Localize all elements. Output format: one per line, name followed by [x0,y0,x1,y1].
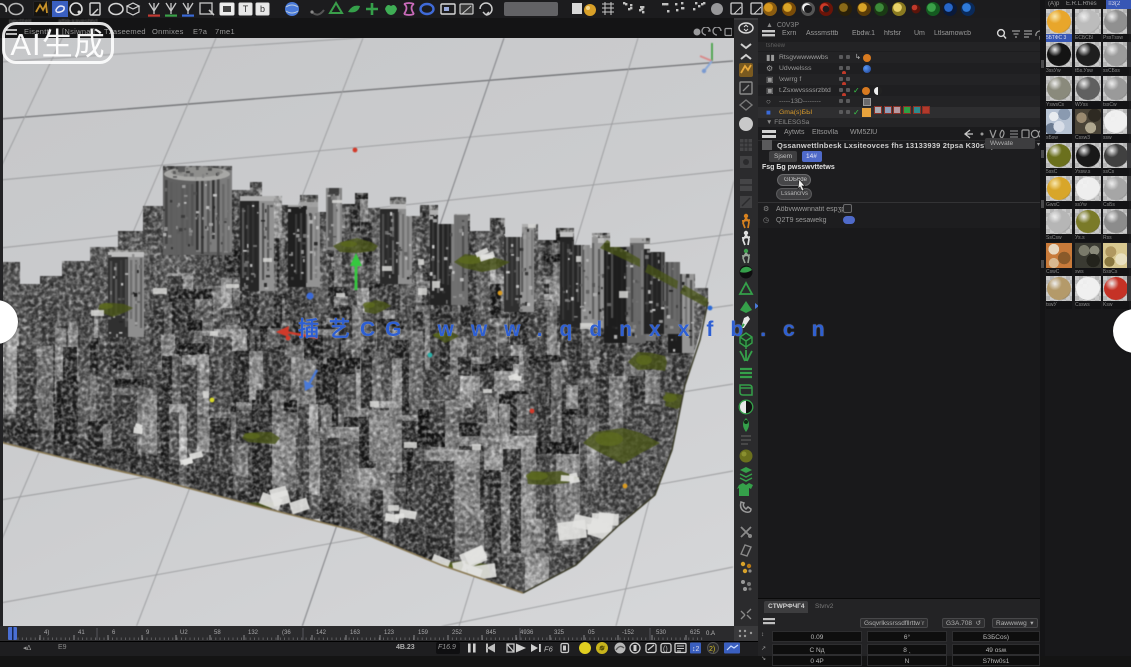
svg-text:142: 142 [316,630,327,636]
svg-text:41: 41 [78,630,85,636]
svg-text:↕2: ↕2 [692,646,700,653]
svg-text:(36: (36 [282,630,291,636]
svg-text:0.A: 0.A [706,631,715,637]
svg-text:4): 4) [44,630,49,636]
svg-text:05: 05 [588,630,595,636]
svg-text:b: b [260,4,265,14]
svg-text:625: 625 [690,630,701,636]
svg-text:123: 123 [384,630,395,636]
svg-text:(): () [663,646,668,653]
svg-text:U2: U2 [180,630,188,636]
svg-text:F6: F6 [544,645,554,654]
svg-text:159: 159 [418,630,429,636]
svg-text:530: 530 [656,630,667,636]
svg-text:58: 58 [214,630,221,636]
svg-text:325: 325 [554,630,565,636]
svg-text:845: 845 [486,630,497,636]
svg-text:2): 2) [709,646,715,653]
svg-text:4936: 4936 [520,630,534,636]
svg-text:132: 132 [248,630,259,636]
svg-text:163: 163 [350,630,361,636]
svg-text:-152: -152 [622,630,635,636]
svg-text:252: 252 [452,630,463,636]
svg-text:T: T [243,4,249,14]
